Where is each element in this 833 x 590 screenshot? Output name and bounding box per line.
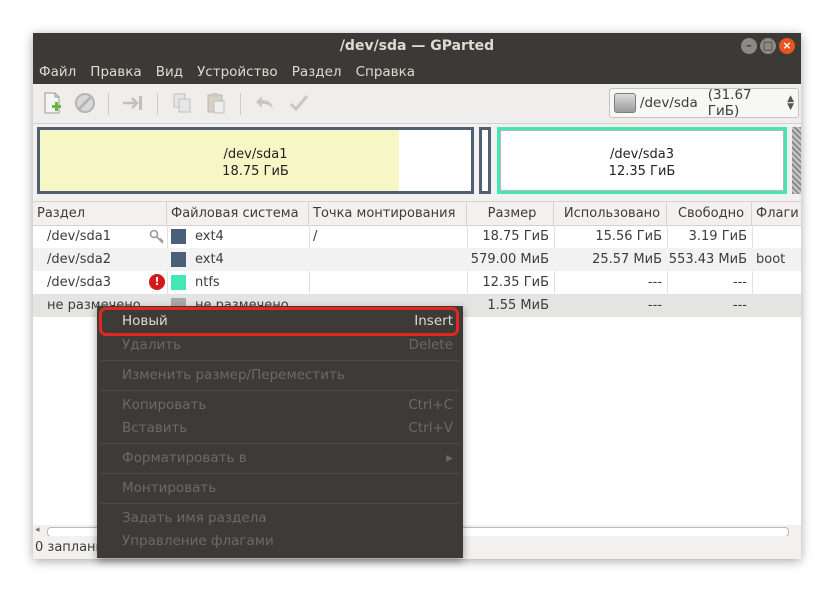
menu-item-name-partition[interactable]: Задать имя раздела	[97, 507, 463, 530]
copy-icon[interactable]	[170, 91, 194, 115]
maximize-button[interactable]: □	[760, 38, 776, 54]
cell-filesystem: ext4	[195, 229, 224, 244]
toolbar: /dev/sda (31.67 ГиБ) ▲ ▼	[33, 84, 801, 124]
partition-block-sda2[interactable]	[479, 127, 491, 194]
highlight-frame	[99, 307, 459, 336]
cell-flags	[756, 271, 801, 294]
fs-color-swatch	[171, 275, 186, 290]
menu-device[interactable]: Устройство	[197, 64, 278, 80]
context-menu: Новый Insert Удалить Delete Изменить раз…	[97, 306, 463, 558]
cell-mountpoint: /	[313, 229, 318, 244]
device-name: /dev/sda	[639, 95, 698, 111]
partition-block-sda3[interactable]: /dev/sda3 12.35 ГиБ	[497, 127, 787, 194]
device-selector[interactable]: /dev/sda (31.67 ГиБ) ▲ ▼	[609, 87, 799, 119]
device-size: (31.67 ГиБ)	[707, 87, 752, 119]
key-icon	[149, 229, 164, 244]
table-row[interactable]: /dev/sda2 ext4 579.00 МиБ 25.57 МиБ 553.…	[33, 248, 801, 271]
col-mountpoint[interactable]: Точка монтирования	[309, 202, 467, 225]
menu-item-manage-flags[interactable]: Управление флагами	[97, 530, 463, 553]
cell-used: 15.56 ГиБ	[595, 229, 662, 244]
cell-flags: boot	[756, 252, 786, 267]
partition-block-sda1[interactable]: /dev/sda1 18.75 ГиБ	[37, 127, 474, 194]
partition-block-name: /dev/sda1	[223, 147, 288, 162]
col-free[interactable]: Свободно	[667, 202, 752, 225]
col-partition[interactable]: Раздел	[33, 202, 167, 225]
cell-mountpoint	[313, 271, 463, 294]
apply-icon[interactable]	[287, 91, 311, 115]
menu-view[interactable]: Вид	[156, 64, 183, 80]
table-header: Раздел Файловая система Точка монтирован…	[33, 202, 801, 226]
cell-free: 3.19 ГиБ	[688, 229, 747, 244]
col-filesystem[interactable]: Файловая система	[167, 202, 309, 225]
delete-icon[interactable]	[73, 91, 97, 115]
table-row[interactable]: /dev/sda1 ext4 / 18.75 ГиБ 15.56 ГиБ 3.1…	[33, 225, 801, 248]
new-partition-icon[interactable]	[40, 91, 64, 115]
harddisk-icon	[614, 93, 636, 113]
col-flags[interactable]: Флаги	[752, 202, 801, 225]
submenu-arrow-icon: ▸	[446, 450, 453, 466]
table-row[interactable]: /dev/sda3 ! ntfs 12.35 ГиБ --- ---	[33, 271, 801, 294]
fs-color-swatch	[171, 229, 186, 244]
partition-map: /dev/sda1 18.75 ГиБ /dev/sda3 12.35 ГиБ	[33, 124, 801, 201]
cell-size: 12.35 ГиБ	[482, 275, 549, 290]
scroll-left-icon[interactable]: ◂	[35, 525, 40, 535]
cell-partition: /dev/sda2	[47, 252, 111, 267]
menu-item-delete[interactable]: Удалить Delete	[97, 334, 463, 357]
menu-item-format-to[interactable]: Форматировать в ▸	[97, 447, 463, 470]
minimize-button[interactable]: –	[741, 38, 757, 54]
resize-move-icon[interactable]	[121, 91, 145, 115]
close-button[interactable]: ×	[779, 38, 795, 54]
menu-help[interactable]: Справка	[356, 64, 415, 80]
updown-arrows-icon: ▲ ▼	[787, 94, 794, 112]
cell-used: ---	[647, 298, 662, 313]
cell-free: ---	[732, 275, 747, 290]
cell-mountpoint	[313, 248, 463, 271]
col-used[interactable]: Использовано	[554, 202, 667, 225]
error-icon: !	[149, 274, 165, 290]
partition-block-size: 18.75 ГиБ	[222, 164, 289, 179]
partition-block-size: 12.35 ГиБ	[608, 164, 676, 179]
cell-flags	[756, 225, 801, 248]
window-title: /dev/sda — GParted	[339, 38, 495, 54]
partition-block-name: /dev/sda3	[610, 147, 674, 162]
menu-bar: Файл Правка Вид Устройство Раздел Справк…	[33, 60, 801, 84]
cell-size: 1.55 МиБ	[487, 298, 549, 313]
cell-used: 25.57 МиБ	[592, 252, 662, 267]
menu-file[interactable]: Файл	[39, 64, 76, 80]
unallocated-block[interactable]	[792, 127, 801, 194]
undo-icon[interactable]	[253, 91, 277, 115]
cell-free: 553.43 МиБ	[668, 252, 747, 267]
cell-partition: /dev/sda3	[47, 275, 111, 290]
title-bar: /dev/sda — GParted – □ ×	[33, 33, 801, 60]
menu-partition[interactable]: Раздел	[292, 64, 342, 80]
cell-filesystem: ext4	[195, 252, 224, 267]
cell-size: 18.75 ГиБ	[482, 229, 549, 244]
menu-item-mount[interactable]: Монтировать	[97, 477, 463, 500]
cell-partition: /dev/sda1	[47, 229, 111, 244]
fs-color-swatch	[171, 252, 186, 267]
cell-size: 579.00 МиБ	[470, 252, 549, 267]
cell-free: ---	[732, 298, 747, 313]
menu-edit[interactable]: Правка	[90, 64, 141, 80]
paste-icon[interactable]	[204, 91, 228, 115]
cell-filesystem: ntfs	[195, 275, 220, 290]
menu-item-paste[interactable]: Вставить Ctrl+V	[97, 417, 463, 440]
menu-item-copy[interactable]: Копировать Ctrl+C	[97, 394, 463, 417]
col-size[interactable]: Размер	[467, 202, 554, 225]
menu-item-resize-move[interactable]: Изменить размер/Переместить	[97, 364, 463, 387]
cell-used: ---	[647, 275, 662, 290]
